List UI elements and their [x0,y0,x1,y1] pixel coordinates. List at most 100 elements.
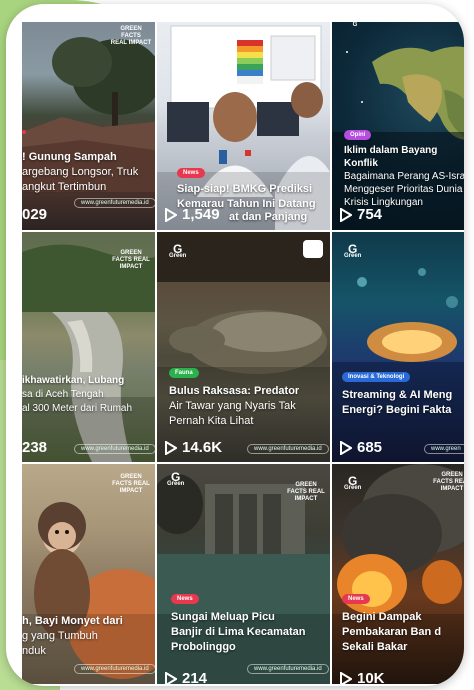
tile-3-views: 754 [340,206,382,223]
play-icon [165,207,177,222]
tile-9-title-line-2: Pembakaran Ban d [342,626,442,638]
tile-6-view-count: 685 [357,439,383,456]
tile-9-view-count: 10K [357,670,385,684]
video-tile-9[interactable]: G Green GREEN FACTS REAL IMPACT News Beg… [332,464,464,684]
tile-2-views: 1,549 [165,206,220,223]
tile-9-brand-name: Green [344,485,362,491]
tile-6-views: 685 [340,439,382,456]
tile-6-url: www.green [424,444,464,454]
tile-9-brand: G Green [344,474,362,492]
tile-7-title-line-1: h, Bayi Monyet dari [22,615,123,627]
video-tile-1[interactable]: ! Gunung Sampah argebang Longsor, Truk a… [22,22,155,230]
video-tile-7[interactable]: GREEN FACTS REAL IMPACT h, Bayi Monyet d… [22,464,155,684]
tile-1-views: 029 [22,206,47,223]
tile-5-title: Bulus Raksasa: Predator Air Tawar yang N… [169,384,330,429]
tile-6-title-line-2: Energi? Begini Fakta [342,404,452,416]
video-tile-6[interactable]: G Green Inovasi & Teknologi Streaming & … [332,232,464,462]
video-tile-4[interactable]: GREEN FACTS REAL IMPACT ikhawatirkan, Lu… [22,232,155,462]
tile-8-title: Sungai Meluap Picu Banjir di Lima Kecama… [171,610,330,655]
tile-3-title-line-3: Menggeser Prioritas Dunia [344,184,463,195]
tile-8-title-line-2: Banjir di Lima Kecamatan [171,626,306,638]
tile-6-brand-name: Green [344,253,362,259]
tile-3-title: Iklim dalam Bayang Konflik Bagaimana Per… [344,144,464,209]
green-facts-logo: GREEN FACTS REAL IMPACT [112,250,150,270]
tile-8-view-count: 214 [182,670,208,684]
video-grid: ! Gunung Sampah argebang Longsor, Truk a… [22,22,464,684]
tile-5-view-count: 14.6K [182,439,223,456]
play-icon [340,440,352,455]
tile-8-brand: G Green [167,470,185,488]
tile-7-title-line-3: nduk [22,645,46,657]
tile-7-title: h, Bayi Monyet dari g yang Tumbuh nduk [22,614,155,659]
tile-3-view-count: 754 [357,206,383,223]
tile-5-tag: Fauna [169,368,199,378]
tile-2-tag: News [177,168,205,178]
tile-6-tag: Inovasi & Teknologi [342,372,411,382]
green-facts-logo: GREEN FACTS REAL IMPACT [433,472,464,492]
tile-6-scene [332,268,464,462]
tile-9-title-line-1: Begini Dampak [342,611,422,623]
tile-1-title-line-2: argebang Longsor, Truk [22,166,139,178]
video-tile-8[interactable]: G Green GREEN FACTS REAL IMPACT News Sun… [157,464,330,684]
tile-7-url: www.greenfuturemedia.id [74,664,155,674]
green-facts-logo: GREEN FACTS REAL IMPACT [287,482,325,502]
tile-9-title: Begini Dampak Pembakaran Ban d Sekali Ba… [342,610,464,655]
tile-5-url: www.greenfuturemedia.id [247,444,329,454]
play-icon [165,671,177,684]
video-tile-5[interactable]: G Green Fauna Bulus Raksasa: Predator Ai… [157,232,330,462]
tile-4-title-line-2: sa di Aceh Tengah [22,389,104,400]
tile-5-title-line-1: Bulus Raksasa: Predator [169,385,300,397]
tile-3-logo: G [352,22,358,28]
tile-1-title-line-3: angkut Tertimbun [22,181,107,193]
tile-5-corner-logo [303,240,323,258]
tile-1-url: www.greenfuturemedia.id [74,198,155,208]
tile-8-tag: News [171,594,199,604]
tile-5-brand: G Green [169,242,187,260]
news-tag-partial [22,130,26,134]
tile-4-views: 238 [22,439,47,456]
tile-1-view-count: 029 [22,206,48,223]
tile-5-title-line-2: Air Tawar yang Nyaris Tak [169,400,296,412]
play-icon [340,671,352,684]
tile-7-title-line-2: g yang Tumbuh [22,630,98,642]
tile-5-views: 14.6K [165,439,222,456]
tile-4-view-count: 238 [22,439,48,456]
tile-3-title-line-2: Bagaimana Perang AS-Israe [344,171,464,182]
g-logo-icon: G [173,242,183,256]
g-logo-icon: G [348,474,358,488]
play-icon [340,207,352,222]
tile-2-title-line-1: Siap-siap! BMKG Prediksi [177,183,313,195]
tile-3-tag: Opini [344,130,372,140]
tile-5-brand-name: Green [169,253,187,259]
tile-5-title-line-3: Pernah Kita Lihat [169,415,254,427]
video-tile-3[interactable]: G Opini Iklim dalam Bayang Konflik Bagai… [332,22,464,230]
tile-6-title: Streaming & AI Meng Energi? Begini Fakta [342,388,464,418]
tile-8-title-line-1: Sungai Meluap Picu [171,611,275,623]
tile-1-title: ! Gunung Sampah argebang Longsor, Truk a… [22,150,155,195]
video-tile-2[interactable]: News Siap-siap! BMKG Prediksi Kemarau Ta… [157,22,330,230]
tile-1-title-line-1: ! Gunung Sampah [22,151,117,163]
tile-2-view-count: 1,549 [182,206,220,223]
tile-9-tag: News [342,594,370,604]
green-facts-logo: GREEN FACTS REAL IMPACT [110,26,152,46]
tile-4-title: ikhawatirkan, Lubang sa di Aceh Tengah a… [22,374,155,416]
green-facts-logo: GREEN FACTS REAL IMPACT [112,474,150,494]
tile-4-title-line-1: ikhawatirkan, Lubang [22,375,125,386]
tile-3-title-line-1: Iklim dalam Bayang Konflik [344,145,438,169]
play-icon [165,440,177,455]
g-logo-icon: G [348,242,358,256]
tile-8-url: www.greenfuturemedia.id [247,664,329,674]
tile-4-url: www.greenfuturemedia.id [74,444,155,454]
tile-9-views: 10K [340,670,385,684]
tile-8-brand-name: Green [167,481,185,487]
tile-4-title-line-3: al 300 Meter dari Rumah [22,403,133,414]
phone-frame: ! Gunung Sampah argebang Longsor, Truk a… [6,4,464,686]
tile-8-title-line-3: Probolinggo [171,641,236,653]
tile-8-views: 214 [165,670,207,684]
tile-9-title-line-3: Sekali Bakar [342,641,408,653]
tile-6-title-line-1: Streaming & AI Meng [342,389,453,401]
tile-6-brand: G Green [344,242,362,260]
tile-2-title-line-3: at dan Panjang [229,211,308,223]
tile-2-title-line-3-wrap: at dan Panjang [229,210,330,225]
g-logo-icon: G [171,470,181,484]
